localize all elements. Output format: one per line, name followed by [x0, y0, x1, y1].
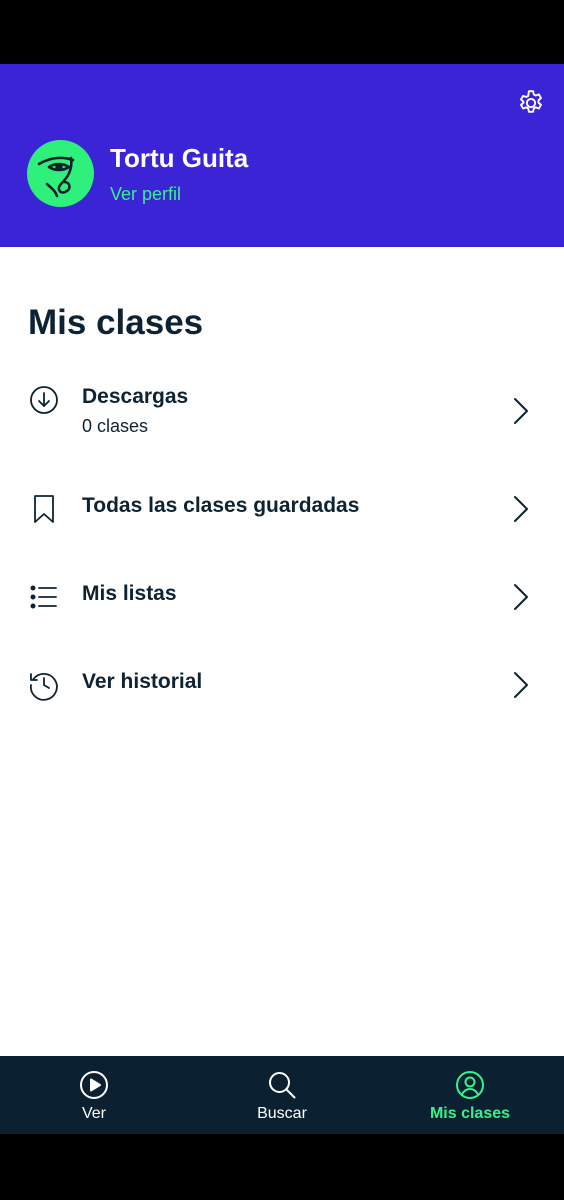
avatar[interactable]	[27, 140, 94, 207]
list-item-my-lists[interactable]: Mis listas	[0, 575, 564, 619]
status-bar	[0, 0, 564, 64]
list-item-downloads[interactable]: Descargas 0 clases	[0, 377, 564, 447]
settings-button[interactable]	[512, 84, 550, 122]
bookmark-icon	[34, 495, 54, 523]
chevron-right-icon	[514, 584, 528, 610]
list-icon	[30, 585, 57, 609]
play-icon	[80, 1071, 108, 1099]
avatar-face-icon	[37, 156, 75, 198]
history-icon	[30, 672, 58, 701]
system-navigation-bar	[0, 1134, 564, 1200]
nav-tab-buscar[interactable]: Buscar	[188, 1056, 376, 1134]
gear-icon	[520, 90, 542, 113]
list-item-subtitle: 0 clases	[82, 416, 149, 436]
nav-tab-label: Mis clases	[429, 1105, 511, 1122]
download-icon	[30, 386, 58, 414]
list-item-saved-classes[interactable]: Todas las clases guardadas	[0, 487, 564, 531]
list-item-label: Ver historial	[82, 670, 203, 693]
profile-icon	[456, 1071, 484, 1099]
chevron-right-icon	[514, 398, 528, 424]
nav-tab-label: Ver	[81, 1105, 106, 1122]
chevron-right-icon	[514, 672, 528, 698]
search-icon	[269, 1072, 296, 1099]
chevron-right-icon	[514, 496, 528, 522]
list-item-label: Mis listas	[82, 582, 177, 605]
nav-tab-label: Buscar	[257, 1105, 307, 1122]
user-name: Tortu Guita	[110, 143, 249, 173]
main-content: Mis clases Descargas 0 clases Todas las …	[0, 247, 564, 1056]
nav-tab-mis-clases[interactable]: Mis clases	[376, 1056, 564, 1134]
page-title: Mis clases	[28, 303, 204, 342]
nav-tab-ver[interactable]: Ver	[0, 1056, 188, 1134]
bottom-nav: Ver Buscar Mis clases	[0, 1056, 564, 1134]
list-item-history[interactable]: Ver historial	[0, 663, 564, 707]
list-item-label: Descargas	[82, 385, 189, 408]
view-profile-link[interactable]: Ver perfil	[110, 182, 181, 206]
list-item-label: Todas las clases guardadas	[82, 494, 360, 517]
